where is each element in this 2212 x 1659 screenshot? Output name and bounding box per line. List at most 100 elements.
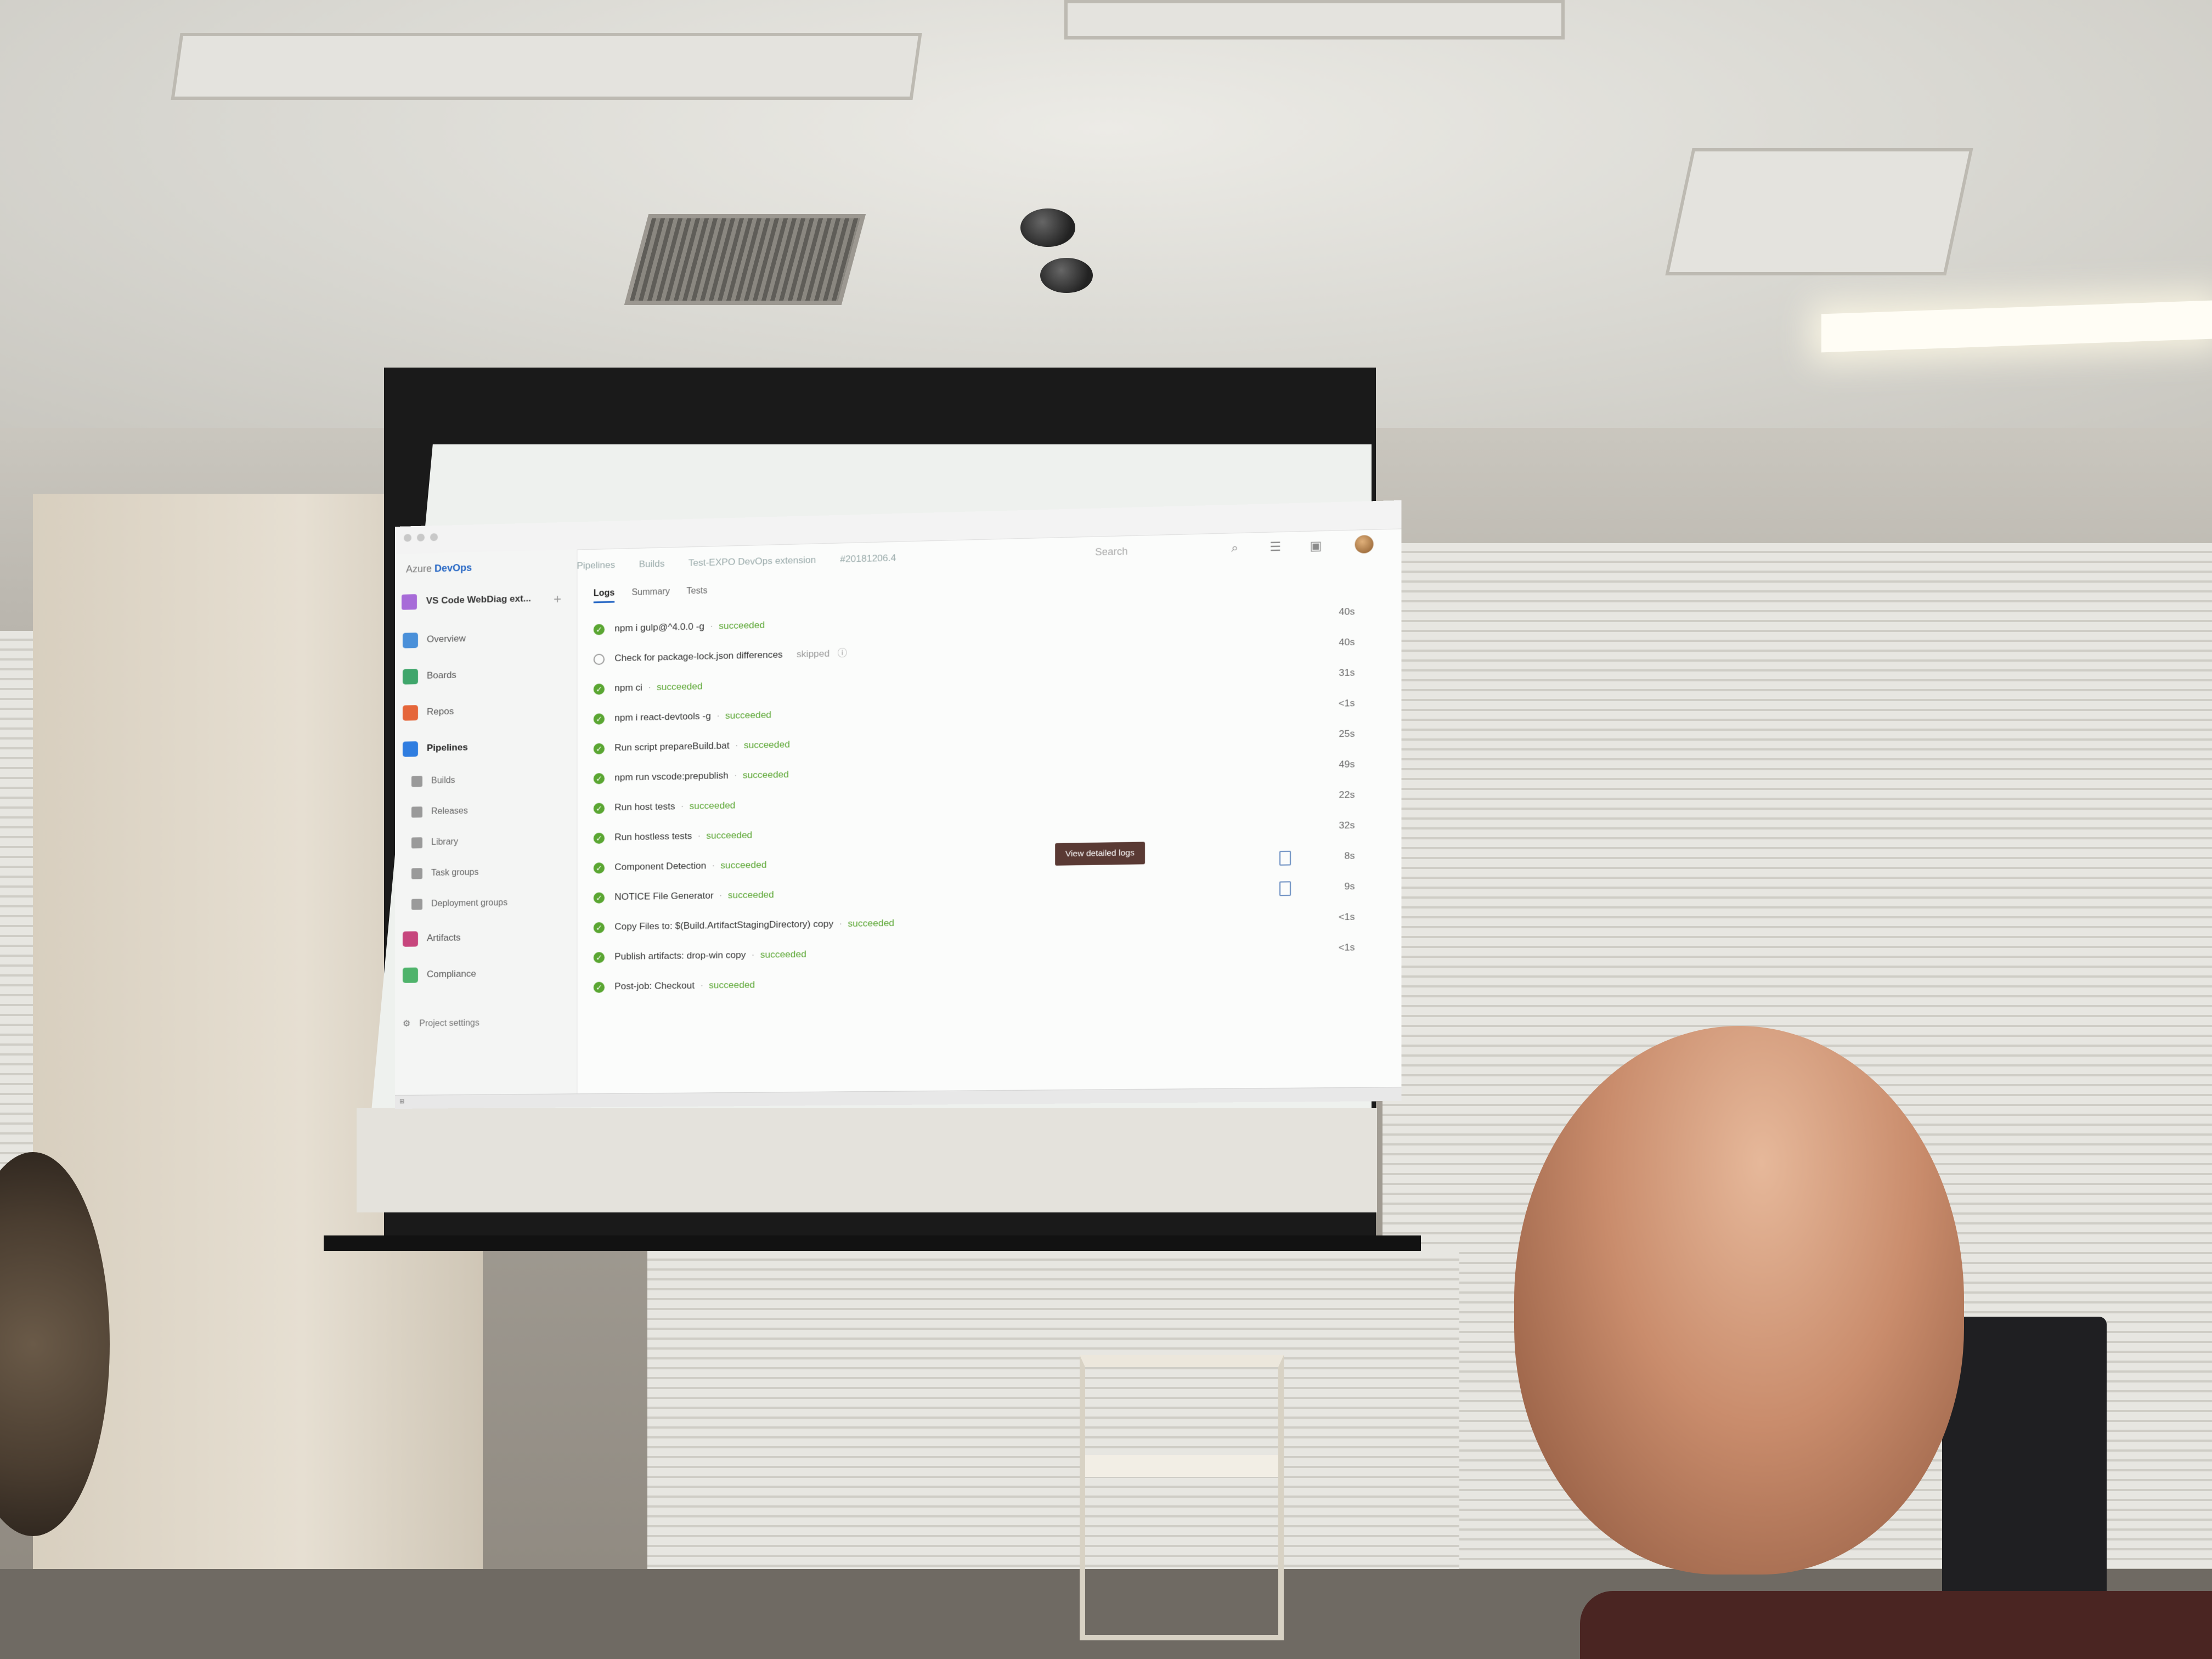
sidebar-item-pipelines[interactable]: Pipelines xyxy=(402,738,468,758)
project-name: VS Code WebDiag ext... xyxy=(426,593,531,607)
avatar[interactable] xyxy=(1355,535,1374,554)
back-icon[interactable] xyxy=(403,534,411,542)
add-icon[interactable]: + xyxy=(554,592,561,607)
ceiling-panel xyxy=(1064,0,1565,40)
refresh-icon[interactable] xyxy=(430,533,438,541)
skipped-icon xyxy=(593,653,605,665)
tab-summary[interactable]: Summary xyxy=(631,587,669,597)
step-status: skipped xyxy=(797,648,830,660)
sidebar-item-repos[interactable]: Repos xyxy=(402,702,454,722)
sidebar-item-label: Releases xyxy=(431,806,468,816)
sidebar-item-releases[interactable]: Releases xyxy=(411,802,468,822)
step-name: Run script prepareBuild.bat xyxy=(614,740,730,753)
sidebar-item-label: Pipelines xyxy=(426,742,468,753)
sidebar-item-label: Builds xyxy=(431,775,455,786)
step-duration: 25s xyxy=(1339,728,1355,740)
projector-screen-bar xyxy=(324,1235,1421,1251)
step-status: succeeded xyxy=(709,979,755,991)
sidebar-item-boards[interactable]: Boards xyxy=(402,666,456,686)
search-input[interactable]: Search xyxy=(1095,546,1128,558)
step-duration: 31s xyxy=(1339,667,1355,679)
breadcrumb: Pipelines Builds Test-EXPO DevOps extens… xyxy=(577,552,917,572)
sidebar-item-label: Boards xyxy=(426,669,456,681)
info-icon[interactable]: ⓘ xyxy=(838,648,847,659)
side-table xyxy=(1080,1355,1284,1640)
step-status: succeeded xyxy=(706,830,753,841)
document-icon[interactable] xyxy=(1279,850,1291,866)
sidebar-item-deployment-groups[interactable]: Deployment groups xyxy=(411,894,507,914)
deployment-groups-icon xyxy=(411,899,422,910)
search-icon[interactable]: ⌕ xyxy=(1227,540,1242,555)
brand-logo[interactable]: Azure DevOps xyxy=(406,562,472,575)
step-name: Run hostless tests xyxy=(614,831,692,843)
boards-icon xyxy=(402,668,418,685)
compliance-icon xyxy=(402,967,418,983)
sidebar-item-builds[interactable]: Builds xyxy=(411,771,455,791)
step-duration: 32s xyxy=(1339,820,1355,831)
document-icon[interactable] xyxy=(1279,881,1291,896)
ceiling-panel xyxy=(1665,148,1973,275)
step-status: succeeded xyxy=(848,917,895,929)
breadcrumb-definition[interactable]: Test-EXPO DevOps extension xyxy=(689,555,816,568)
sidebar-item-artifacts[interactable]: Artifacts xyxy=(402,928,460,947)
sidebar: Azure DevOps VS Code WebDiag ext... + Ov… xyxy=(395,549,578,1108)
step-status: succeeded xyxy=(727,889,774,901)
view-detailed-logs-tooltip: View detailed logs xyxy=(1055,842,1145,866)
list-icon[interactable]: ☰ xyxy=(1268,539,1283,554)
check-icon: ✓ xyxy=(593,713,605,725)
project-settings-label: Project settings xyxy=(419,1018,479,1029)
check-icon: ✓ xyxy=(593,743,605,754)
chair xyxy=(1942,1317,2107,1602)
brand-prefix: Azure xyxy=(405,563,432,575)
step-status: succeeded xyxy=(689,800,736,811)
tab-tests[interactable]: Tests xyxy=(686,586,707,596)
azure-devops-window: Pipelines Builds Test-EXPO DevOps extens… xyxy=(395,500,1402,1109)
task-groups-icon xyxy=(411,867,422,879)
check-icon: ✓ xyxy=(593,922,605,933)
check-icon: ✓ xyxy=(593,862,605,874)
step-duration: 40s xyxy=(1339,606,1355,618)
check-icon: ✓ xyxy=(593,683,605,695)
ceiling-panel xyxy=(171,33,922,100)
step-name: npm i gulp@^4.0.0 -g xyxy=(614,621,705,634)
bag-icon[interactable]: ▣ xyxy=(1308,539,1324,554)
step-name: npm ci xyxy=(614,682,642,693)
check-icon: ✓ xyxy=(593,981,605,993)
check-icon: ✓ xyxy=(593,623,605,635)
projector-screen-margin xyxy=(357,1108,1377,1212)
breadcrumb-pipelines[interactable]: Pipelines xyxy=(577,560,615,571)
builds-icon xyxy=(411,775,422,787)
sidebar-item-library[interactable]: Library xyxy=(411,833,458,852)
log-tabs: Logs Summary Tests xyxy=(593,586,722,603)
step-duration: 9s xyxy=(1344,881,1355,892)
project-settings[interactable]: ⚙ Project settings xyxy=(403,1014,479,1034)
step-duration: 22s xyxy=(1339,789,1355,800)
tab-logs[interactable]: Logs xyxy=(593,588,615,603)
project-selector[interactable]: VS Code WebDiag ext... + xyxy=(401,591,561,617)
step-name: Publish artifacts: drop-win copy xyxy=(614,949,746,962)
step-name: Post-job: Checkout xyxy=(614,980,695,992)
sidebar-item-task-groups[interactable]: Task groups xyxy=(411,864,478,883)
ceiling-vent xyxy=(624,214,866,305)
artifacts-icon xyxy=(402,930,418,947)
sidebar-item-label: Library xyxy=(431,837,458,847)
audience-head xyxy=(1514,1026,1964,1575)
check-icon: ✓ xyxy=(593,772,605,785)
breadcrumb-build-number[interactable]: #20181206.4 xyxy=(840,552,896,565)
start-icon[interactable]: ⊞ xyxy=(399,1098,404,1105)
forward-icon[interactable] xyxy=(416,533,425,541)
camera-dome xyxy=(1020,208,1075,247)
step-duration: <1s xyxy=(1338,697,1355,709)
library-icon xyxy=(411,837,422,849)
sidebar-item-compliance[interactable]: Compliance xyxy=(402,964,476,984)
sidebar-item-label: Repos xyxy=(426,706,454,717)
sidebar-item-overview[interactable]: Overview xyxy=(402,629,466,650)
camera-dome xyxy=(1040,258,1093,293)
step-status: succeeded xyxy=(742,769,789,781)
step-duration: 40s xyxy=(1339,636,1355,648)
breadcrumb-builds[interactable]: Builds xyxy=(639,558,665,569)
step-duration: <1s xyxy=(1338,941,1355,953)
step-status: succeeded xyxy=(719,619,765,631)
check-icon: ✓ xyxy=(593,951,605,963)
gear-icon: ⚙ xyxy=(402,1019,411,1029)
